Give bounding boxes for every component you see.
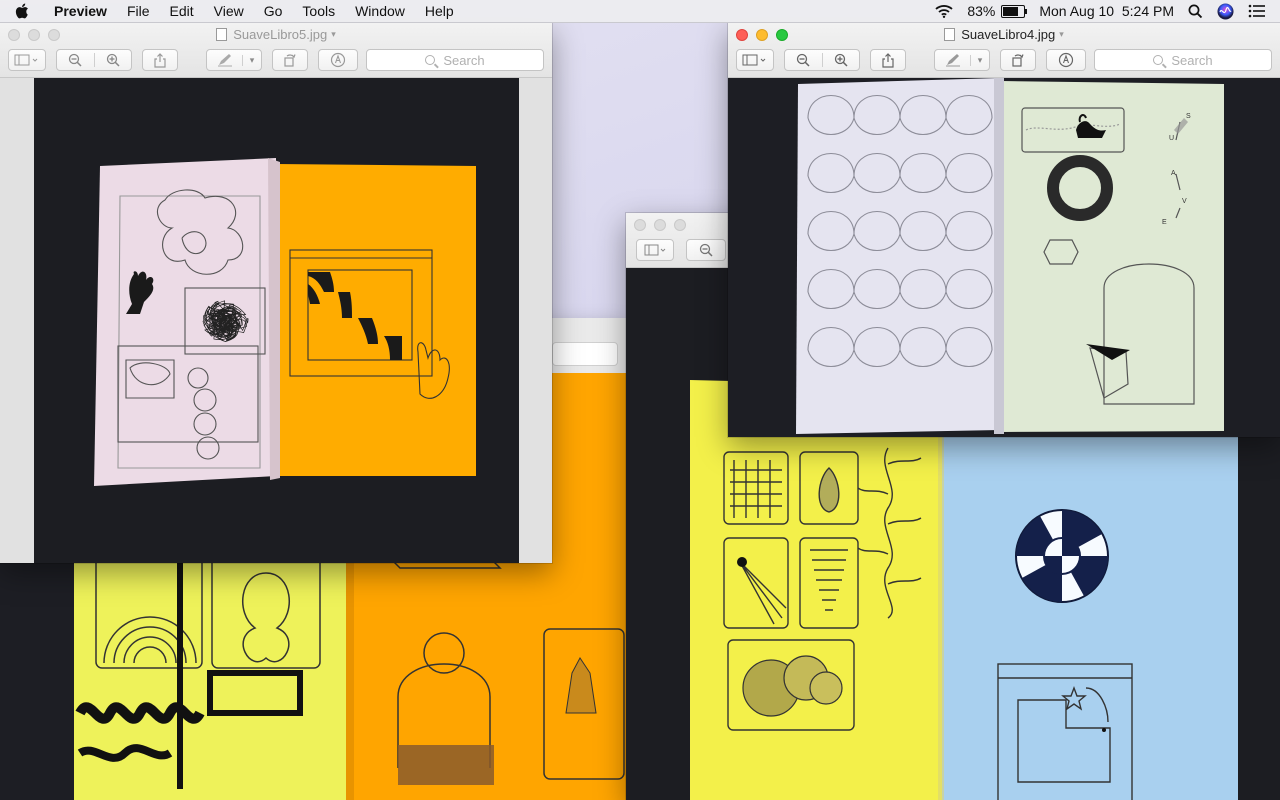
minimize-button[interactable] [654,219,666,231]
rotate-icon [1012,54,1024,67]
share-icon [882,52,894,68]
rotate-button[interactable] [272,49,308,71]
menu-go[interactable]: Go [254,0,293,22]
image-canvas: S U A V E [728,78,1280,437]
zoom-in-button[interactable] [93,53,132,67]
sidebar-icon [14,54,38,66]
window-title[interactable]: SuaveLibro4.jpg ▾ [728,27,1280,42]
rotate-button[interactable] [1000,49,1036,71]
sidebar-icon [742,54,766,66]
search-placeholder: Search [443,52,485,68]
battery-status[interactable]: 83% [967,3,1028,19]
pen-icon [217,54,232,67]
window-title-text: SuaveLibro4.jpg [961,27,1056,42]
menu-app-preview[interactable]: Preview [44,0,117,22]
spotlight-search-icon[interactable] [1188,4,1203,19]
notification-center-icon[interactable] [1248,4,1266,18]
markup-pen-button[interactable] [207,53,242,67]
sidebar-toggle-button[interactable] [736,49,774,71]
book-letter-e: E [1162,219,1167,226]
book-letter-u: U [1169,135,1174,142]
menu-file[interactable]: File [117,0,160,22]
zoom-in-icon [106,53,120,67]
apple-menu[interactable] [0,3,44,19]
zoom-controls [784,49,860,71]
menu-help[interactable]: Help [415,0,464,22]
sidebar-icon [644,244,666,256]
markup-toolbar-button[interactable] [1046,49,1086,71]
zoom-in-icon [834,53,848,67]
search-placeholder: Search [1171,52,1213,68]
zoom-out-button[interactable] [686,239,726,261]
apple-icon [15,3,28,19]
search-field[interactable] [552,342,618,366]
zoom-controls [56,49,132,71]
document-icon [216,28,228,41]
markup-pen-control: ▾ [206,49,262,71]
battery-icon [1001,4,1028,18]
battery-percent: 83% [967,3,996,19]
markup-pen-control: ▾ [934,49,990,71]
siri-icon[interactable] [1217,3,1234,20]
wifi-icon[interactable] [935,4,953,18]
markup-toolbar-button[interactable] [318,49,358,71]
zoom-button[interactable] [674,219,686,231]
search-field[interactable]: Search [1094,49,1272,71]
markup-pen-button[interactable] [935,53,970,67]
document-icon [944,28,956,41]
menu-bar: Preview File Edit View Go Tools Window H… [0,0,1280,23]
window-titlebar: SuaveLibro5.jpg ▾ ▾ Search [0,23,552,78]
image-canvas [0,78,552,563]
menu-view[interactable]: View [204,0,254,22]
chevron-down-icon: ▾ [1059,29,1064,39]
window-suavelibro5[interactable]: SuaveLibro5.jpg ▾ ▾ Search [0,23,552,563]
close-button[interactable] [634,219,646,231]
chevron-down-icon: ▾ [331,29,336,39]
sidebar-toggle-button[interactable] [8,49,46,71]
zoom-in-button[interactable] [821,53,860,67]
window-title-text: SuaveLibro5.jpg [233,27,328,42]
pen-icon [945,54,960,67]
sidebar-toggle-button[interactable] [636,239,674,261]
zoom-out-icon [699,243,713,257]
menu-tools[interactable]: Tools [292,0,345,22]
status-area: 83% Mon Aug 10 5:24 PM [935,0,1280,22]
share-icon [154,52,166,68]
book-letter-a: A [1171,170,1176,177]
search-field[interactable]: Search [366,49,544,71]
markup-chevron-down-icon[interactable]: ▾ [970,54,989,66]
window-titlebar: SuaveLibro4.jpg ▾ ▾ Search [728,23,1280,78]
zoom-out-icon [797,53,810,67]
clock[interactable]: Mon Aug 10 5:24 PM [1039,3,1174,19]
search-icon [425,55,436,65]
window-title[interactable]: SuaveLibro5.jpg ▾ [0,27,552,42]
markup-chevron-down-icon[interactable]: ▾ [242,54,261,66]
markup-icon [1058,52,1074,68]
menu-window[interactable]: Window [345,0,415,22]
zoom-out-icon [69,53,82,67]
zoom-out-button[interactable] [785,53,822,67]
menu-edit[interactable]: Edit [160,0,204,22]
window-suavelibro4[interactable]: SuaveLibro4.jpg ▾ ▾ Search S U A V E [728,23,1280,437]
book-letter-v: V [1182,198,1187,205]
markup-icon [330,52,346,68]
book-photo-suave-libro-4: S U A V E [728,78,1280,437]
share-button[interactable] [142,49,178,71]
share-button[interactable] [870,49,906,71]
book-photo-suave-libro-5 [0,78,552,563]
rotate-icon [284,54,296,67]
zoom-out-button[interactable] [57,53,94,67]
search-icon [1153,55,1164,65]
book-letter-s: S [1186,113,1191,120]
